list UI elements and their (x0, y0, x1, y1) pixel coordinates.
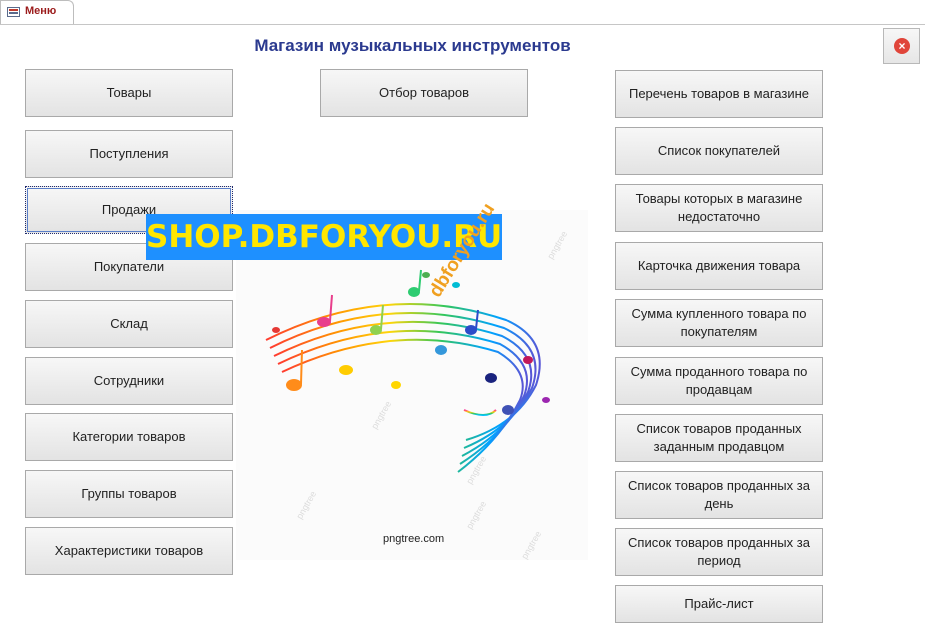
tab-menu[interactable]: Меню (0, 0, 74, 24)
customers-list-button[interactable]: Список покупателей (615, 127, 823, 175)
purchases-by-customer-button[interactable]: Сумма купленного товара по покупателям (615, 299, 823, 347)
document-tab-bar: Меню (0, 0, 925, 25)
sold-per-day-list-button[interactable]: Список товаров проданных за день (615, 471, 823, 519)
product-characteristics-button[interactable]: Характеристики товаров (25, 527, 233, 575)
store-products-list-button[interactable]: Перечень товаров в магазине (615, 70, 823, 118)
page-title: Магазин музыкальных инструментов (254, 36, 571, 55)
product-movement-card-button[interactable]: Карточка движения товара (615, 242, 823, 290)
receipts-button[interactable]: Поступления (25, 130, 233, 178)
sold-by-seller-list-button[interactable]: Список товаров проданных заданным продав… (615, 414, 823, 462)
close-button[interactable]: × (883, 28, 920, 64)
image-credit: pngtree.com (383, 533, 445, 545)
form-icon (7, 7, 20, 17)
price-list-button[interactable]: Прайс-лист (615, 585, 823, 623)
music-notes-image: pngtree pngtree pngtree pngtree pngtree … (236, 210, 588, 560)
product-categories-button[interactable]: Категории товаров (25, 413, 233, 461)
close-icon: × (894, 38, 910, 54)
sales-by-seller-button[interactable]: Сумма проданного товара по продавцам (615, 357, 823, 405)
filter-products-button[interactable]: Отбор товаров (320, 69, 528, 117)
product-groups-button[interactable]: Группы товаров (25, 470, 233, 518)
products-button[interactable]: Товары (25, 69, 233, 117)
warehouse-button[interactable]: Склад (25, 300, 233, 348)
sold-per-period-list-button[interactable]: Список товаров проданных за период (615, 528, 823, 576)
tab-menu-label: Меню (25, 5, 57, 17)
music-staff-illustration (265, 269, 550, 473)
low-stock-products-button[interactable]: Товары которых в магазине недостаточно (615, 184, 823, 232)
employees-button[interactable]: Сотрудники (25, 357, 233, 405)
